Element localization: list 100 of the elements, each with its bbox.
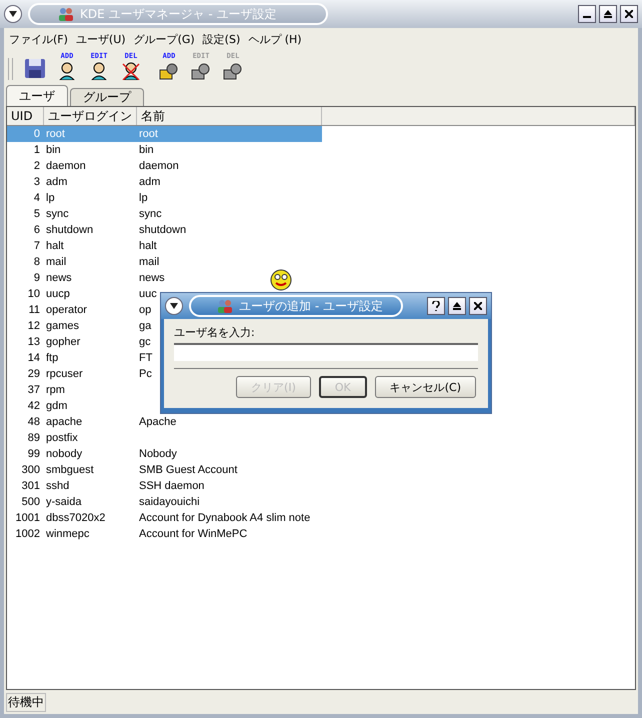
table-cell-text: sync: [45, 208, 70, 220]
column-header[interactable]: UID: [7, 107, 44, 125]
table-cell-text: bin: [138, 144, 154, 156]
group-icon: [191, 62, 211, 80]
menu-item[interactable]: グループ(G): [134, 32, 195, 48]
table-cell-text: Account for Dynabook A4 slim note: [138, 512, 310, 524]
table-cell-text: smbguest: [45, 464, 95, 476]
table-cell-text: daemon: [45, 160, 87, 172]
help-icon: [432, 301, 440, 311]
minimize-button[interactable]: [578, 5, 596, 23]
table-cell-text: root: [45, 128, 66, 140]
table-cell-text: Apache: [138, 416, 176, 428]
username-field[interactable]: [174, 343, 478, 361]
table-row[interactable]: 1 bin bin: [7, 142, 322, 158]
column-header[interactable]: ユーザログイン: [44, 107, 137, 125]
column-header[interactable]: 名前: [137, 107, 322, 125]
table-cell-text: bin: [45, 144, 62, 156]
tab[interactable]: グループ: [70, 88, 144, 106]
table-row[interactable]: 300 smbguest SMB Guest Account: [7, 462, 322, 478]
table-cell-text: 3: [32, 176, 41, 188]
table-row[interactable]: 4 lp lp: [7, 190, 322, 206]
table-cell-text: 12: [26, 320, 41, 332]
menu-item[interactable]: ファイル(F): [9, 32, 68, 48]
table-row[interactable]: 9 news news: [7, 270, 322, 286]
table-cell-text: saidayouichi: [138, 496, 200, 508]
table-cell-text: 8: [32, 256, 41, 268]
table-cell-text: 1: [32, 144, 41, 156]
menu-icon[interactable]: [165, 297, 183, 315]
menu-item[interactable]: ヘルプ (H): [248, 32, 302, 48]
table-cell-text: games: [45, 320, 80, 332]
table-cell-text: 11: [28, 304, 41, 316]
table-cell-text: postfix: [45, 432, 79, 444]
table-row[interactable]: 5 sync sync: [7, 206, 322, 222]
table-row[interactable]: 99 nobody Nobody: [7, 446, 322, 462]
table-cell-text: 29: [26, 368, 41, 380]
table-cell-text: sshd: [45, 480, 70, 492]
table-cell-text: uuc: [138, 288, 157, 300]
table-cell-text: 42: [26, 400, 41, 412]
table-row[interactable]: 7 halt halt: [7, 238, 322, 254]
table-cell-text: 14: [26, 352, 41, 364]
table-cell-text: 9: [32, 272, 41, 284]
table-row[interactable]: 500 y-saida saidayouichi: [7, 494, 322, 510]
table-row[interactable]: 89 postfix: [7, 430, 322, 446]
status-text: 待機中: [6, 692, 46, 712]
table-cell-text: 89: [26, 432, 41, 444]
maximize-button[interactable]: [599, 5, 617, 23]
table-cell-text: sync: [138, 208, 162, 220]
table-cell-text: 1001: [14, 512, 41, 524]
table-cell-text: gc: [138, 336, 151, 348]
table-cell-text: gdm: [45, 400, 68, 412]
table-cell-text: 13: [26, 336, 41, 348]
table-cell-text: halt: [138, 240, 157, 252]
table-cell-text: rpm: [45, 384, 66, 396]
table-cell-text: 37: [26, 384, 41, 396]
maximize-button[interactable]: [448, 297, 466, 315]
group-icon: [223, 62, 243, 80]
table-cell-text: 0: [32, 128, 41, 140]
close-button[interactable]: [620, 5, 638, 23]
window-title: KDE ユーザマネージャ - ユーザ設定: [80, 6, 276, 22]
table-cell-text: 6: [32, 224, 41, 236]
group-icon: [159, 62, 179, 80]
tab[interactable]: ユーザ: [6, 85, 68, 106]
person-icon: [89, 62, 109, 80]
menu-item[interactable]: 設定(S): [202, 32, 240, 48]
table-cell-text: 1002: [14, 528, 41, 540]
table-cell-text: halt: [45, 240, 65, 252]
person-icon: [57, 62, 77, 80]
table-cell-text: daemon: [138, 160, 179, 172]
menu-icon[interactable]: [4, 5, 22, 23]
table-row[interactable]: 8 mail mail: [7, 254, 322, 270]
table-cell-text: FT: [138, 352, 152, 364]
table-row[interactable]: 1002 winmepc Account for WinMePC: [7, 526, 322, 542]
table-cell-text: 300: [20, 464, 41, 476]
table-row[interactable]: 1001 dbss7020x2 Account for Dynabook A4 slim note: [7, 510, 322, 526]
table-cell-text: uucp: [45, 288, 71, 300]
table-row[interactable]: 48 apache Apache: [7, 414, 322, 430]
table-cell-text: y-saida: [45, 496, 82, 508]
close-button[interactable]: [469, 297, 487, 315]
table-row[interactable]: 301 sshd SSH daemon: [7, 478, 322, 494]
table-row[interactable]: 2 daemon daemon: [7, 158, 322, 174]
table-cell-text: shutdown: [138, 224, 186, 236]
table-cell-text: SSH daemon: [138, 480, 204, 492]
table-cell-text: lp: [45, 192, 56, 204]
table-cell-text: 301: [20, 480, 41, 492]
table-cell-text: 500: [20, 496, 41, 508]
help-button[interactable]: [427, 297, 445, 315]
table-cell-text: apache: [45, 416, 84, 428]
eject-icon: [604, 10, 612, 18]
close-icon: [474, 302, 482, 310]
menu-item[interactable]: ユーザ(U): [76, 32, 126, 48]
table-cell-text: 7: [32, 240, 41, 252]
table-row[interactable]: 6 shutdown shutdown: [7, 222, 322, 238]
dialog-title: ユーザの追加 - ユーザ設定: [239, 298, 383, 314]
table-cell-text: shutdown: [45, 224, 94, 236]
table-cell-text: winmepc: [45, 528, 90, 540]
table-cell-text: gopher: [45, 336, 82, 348]
table-cell-text: ga: [138, 320, 152, 332]
table-row[interactable]: 3 adm adm: [7, 174, 322, 190]
dialog-button[interactable]: キャンセル(C): [374, 376, 476, 398]
table-cell-text: 48: [26, 416, 41, 428]
